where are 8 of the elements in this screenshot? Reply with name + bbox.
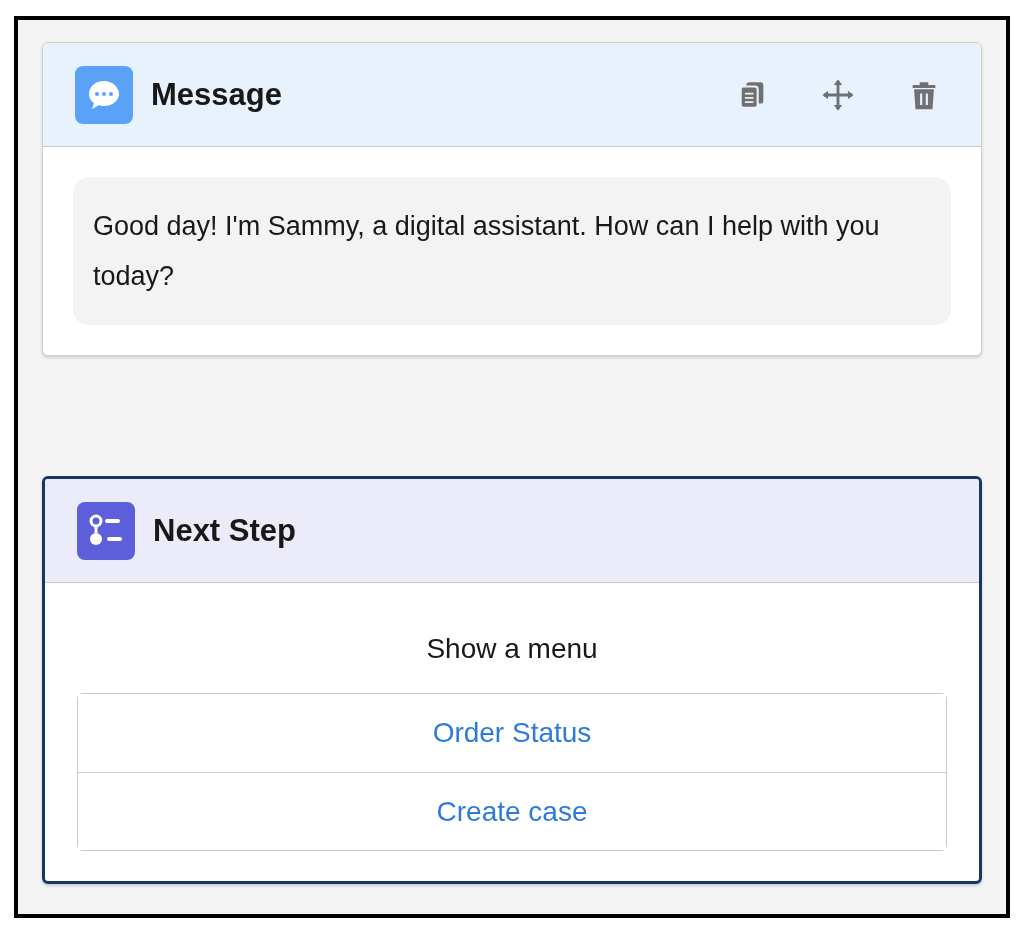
move-icon[interactable] — [821, 77, 855, 112]
menu-caption: Show a menu — [425, 633, 599, 665]
card-title: Next Step — [153, 512, 297, 549]
message-text: Good day! I'm Sammy, a digital assistant. How can I help with you today? — [73, 177, 951, 325]
card-title: Message — [151, 76, 283, 113]
menu-option[interactable]: Create case — [78, 772, 946, 850]
chat-bubble-icon — [75, 65, 133, 124]
steps-icon — [77, 501, 135, 560]
